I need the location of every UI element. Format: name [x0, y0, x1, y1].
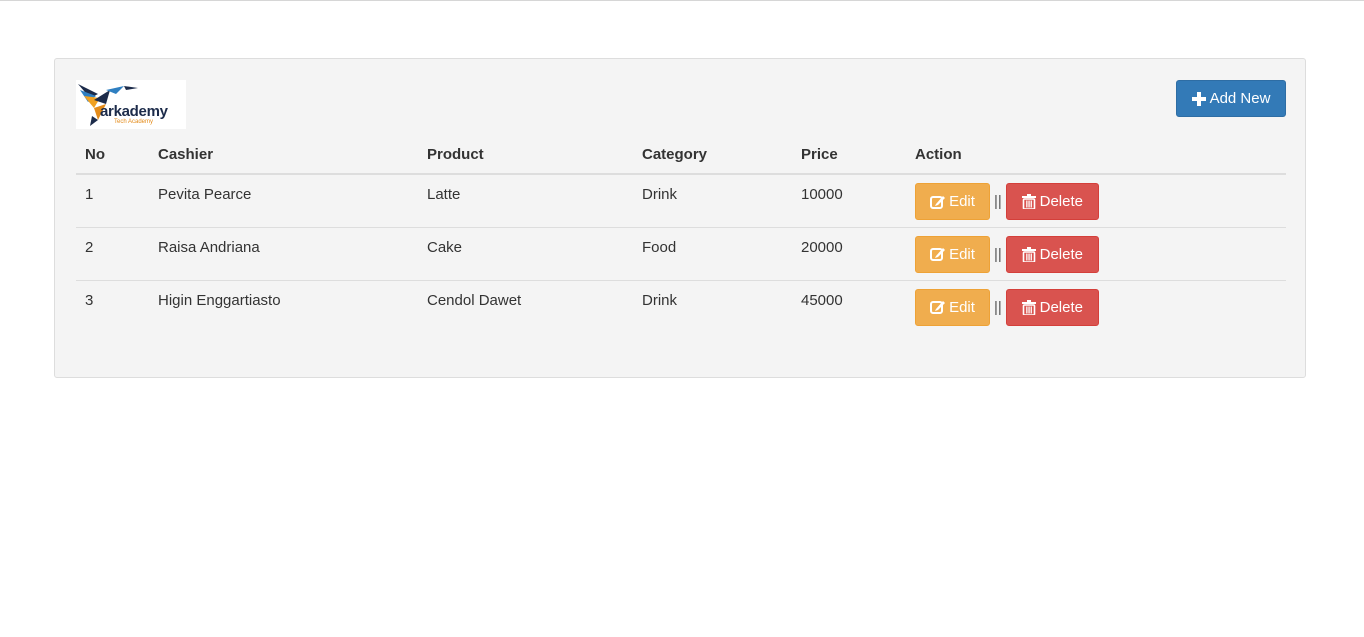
edit-label: Edit — [949, 298, 975, 316]
cell-category: Drink — [633, 174, 792, 228]
delete-label: Delete — [1039, 193, 1083, 210]
add-new-label: Add New — [1209, 90, 1271, 107]
cell-product: Cendol Dawet — [418, 280, 633, 333]
edit-label: Edit — [949, 245, 975, 263]
cell-category: Food — [633, 227, 792, 281]
row-price: 10000 — [801, 186, 843, 203]
row-product: Latte — [427, 186, 461, 203]
table-row: 2 Raisa Andriana Cake Food 20000 Edit ||… — [76, 227, 1286, 281]
row-cashier: Raisa Andriana — [158, 238, 260, 256]
cell-action: Edit || Delete — [906, 227, 1286, 281]
action-separator: || — [994, 193, 1002, 210]
main-panel: arkademy Tech Academy Add New No Cashier… — [54, 58, 1306, 378]
row-category: Drink — [642, 186, 678, 203]
row-no: 2 — [85, 238, 94, 256]
action-separator: || — [994, 245, 1002, 263]
row-category: Drink — [642, 291, 678, 309]
trash-icon — [1021, 246, 1036, 262]
table-row: 1 Pevita Pearce Latte Drink 10000 Edit |… — [76, 174, 1286, 228]
table-header-row: No Cashier Product Category Price Action — [76, 136, 1286, 175]
row-category: Food — [642, 238, 677, 256]
action-separator: || — [994, 298, 1002, 316]
plus-icon — [1191, 91, 1206, 106]
row-product: Cendol Dawet — [427, 291, 522, 309]
edit-icon — [930, 195, 946, 209]
cell-cashier: Pevita Pearce — [149, 174, 418, 228]
row-actions: Edit || Delete — [915, 281, 1286, 326]
logo-tagline: Tech Academy — [114, 119, 154, 125]
header-category: Category — [633, 136, 792, 175]
row-price: 20000 — [801, 238, 843, 256]
cell-no: 1 — [76, 174, 149, 228]
edit-button[interactable]: Edit — [915, 235, 990, 273]
cell-no: 3 — [76, 280, 149, 333]
transactions-table: No Cashier Product Category Price Action… — [76, 136, 1286, 333]
header-action: Action — [906, 136, 1286, 175]
add-new-button[interactable]: Add New — [1176, 80, 1286, 117]
cell-action: Edit || Delete — [906, 174, 1286, 228]
edit-icon — [930, 300, 946, 314]
trash-icon — [1021, 299, 1036, 315]
delete-label: Delete — [1039, 298, 1083, 316]
edit-label: Edit — [949, 193, 975, 210]
cell-action: Edit || Delete — [906, 280, 1286, 333]
row-no: 3 — [85, 291, 94, 309]
cell-price: 20000 — [792, 227, 906, 281]
edit-button[interactable]: Edit — [915, 288, 990, 326]
cell-product: Cake — [418, 227, 633, 281]
row-actions: Edit || Delete — [915, 175, 1286, 220]
cell-cashier: Raisa Andriana — [149, 227, 418, 281]
header-cashier: Cashier — [149, 136, 418, 175]
edit-icon — [930, 247, 946, 261]
header-product: Product — [418, 136, 633, 175]
delete-button[interactable]: Delete — [1005, 235, 1099, 273]
cell-cashier: Higin Enggartiasto — [149, 280, 418, 333]
cell-category: Drink — [633, 280, 792, 333]
cell-no: 2 — [76, 227, 149, 281]
delete-button[interactable]: Delete — [1005, 183, 1099, 220]
cell-product: Latte — [418, 174, 633, 228]
trash-icon — [1021, 194, 1036, 209]
delete-label: Delete — [1039, 245, 1083, 263]
row-cashier: Pevita Pearce — [158, 186, 252, 203]
arkademy-logo: arkademy Tech Academy — [76, 80, 186, 129]
row-actions: Edit || Delete — [915, 228, 1286, 273]
row-product: Cake — [427, 238, 463, 256]
row-no: 1 — [85, 186, 94, 203]
row-cashier: Higin Enggartiasto — [158, 291, 281, 309]
delete-button[interactable]: Delete — [1005, 288, 1099, 326]
row-price: 45000 — [801, 291, 843, 309]
table-row: 3 Higin Enggartiasto Cendol Dawet Drink … — [76, 280, 1286, 333]
edit-button[interactable]: Edit — [915, 183, 990, 220]
logo-wordmark: arkademy — [100, 103, 168, 120]
header-no: No — [76, 136, 149, 175]
header-price: Price — [792, 136, 906, 175]
cell-price: 10000 — [792, 174, 906, 228]
cell-price: 45000 — [792, 280, 906, 333]
